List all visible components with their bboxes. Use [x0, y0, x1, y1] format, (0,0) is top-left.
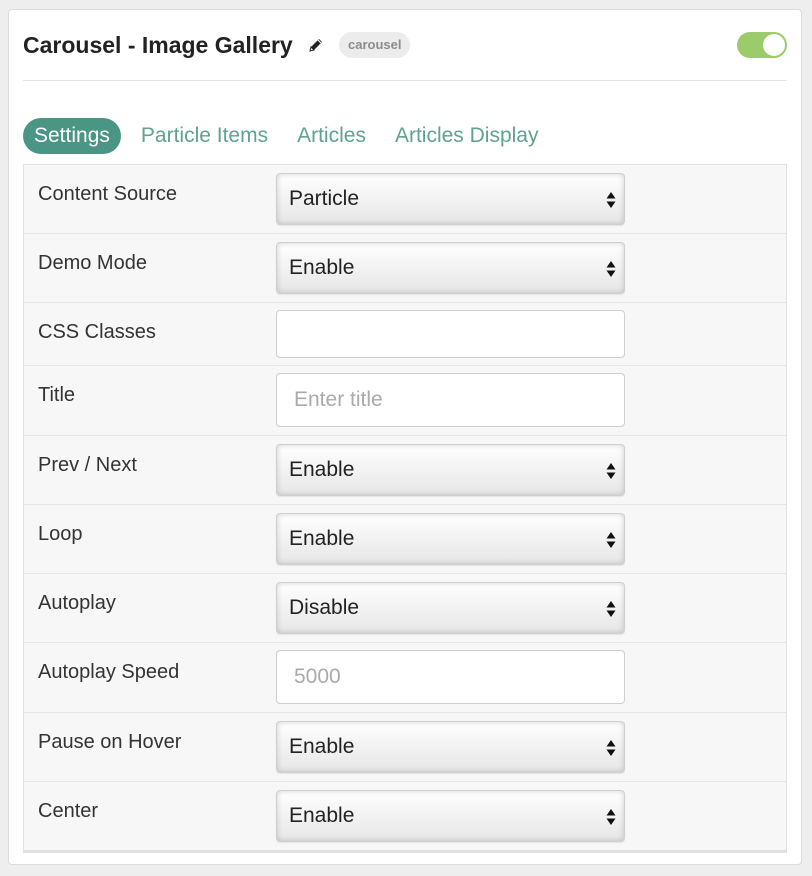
particle-title: Carousel - Image Gallery	[23, 32, 293, 58]
row-css-classes: CSS Classes	[24, 303, 786, 366]
autoplay-label: Autoplay	[38, 592, 116, 614]
pause-on-hover-label: Pause on Hover	[38, 731, 182, 753]
autoplay-value: Disable	[289, 596, 360, 619]
title-input[interactable]	[276, 373, 625, 427]
select-arrows-icon	[606, 601, 616, 617]
loop-select[interactable]: Enable	[276, 513, 625, 565]
particle-settings-card: Carousel - Image Gallery carousel Settin…	[8, 9, 802, 865]
pause-on-hover-select[interactable]: Enable	[276, 721, 625, 773]
row-center: Center Enable	[24, 782, 786, 850]
content-source-value: Particle	[289, 187, 360, 210]
center-label: Center	[38, 800, 99, 822]
toggle-knob	[763, 34, 785, 56]
content-source-select[interactable]: Particle	[276, 173, 625, 225]
loop-label: Loop	[38, 523, 83, 545]
center-select[interactable]: Enable	[276, 790, 625, 842]
demo-mode-value: Enable	[289, 256, 355, 279]
settings-table: Content Source Particle Demo Mode Enable…	[23, 164, 787, 853]
row-prev-next: Prev / Next Enable	[24, 436, 786, 505]
particle-type-badge: carousel	[339, 32, 411, 58]
particle-header: Carousel - Image Gallery carousel	[23, 30, 787, 81]
enable-toggle[interactable]	[737, 32, 787, 58]
autoplay-speed-label: Autoplay Speed	[38, 661, 180, 683]
css-classes-input[interactable]	[276, 310, 625, 358]
demo-mode-select[interactable]: Enable	[276, 242, 625, 294]
tab-settings[interactable]: Settings	[23, 118, 121, 154]
center-value: Enable	[289, 804, 355, 827]
row-title: Title	[24, 366, 786, 436]
row-pause-on-hover: Pause on Hover Enable	[24, 713, 786, 782]
row-autoplay-speed: Autoplay Speed	[24, 643, 786, 713]
select-arrows-icon	[606, 532, 616, 548]
row-demo-mode: Demo Mode Enable	[24, 234, 786, 303]
select-arrows-icon	[606, 192, 616, 208]
autoplay-select[interactable]: Disable	[276, 582, 625, 634]
row-content-source: Content Source Particle	[24, 165, 786, 234]
css-classes-label: CSS Classes	[38, 321, 156, 343]
settings-tabs: Settings Particle Items Articles Article…	[23, 118, 554, 154]
select-arrows-icon	[606, 809, 616, 825]
content-source-label: Content Source	[38, 183, 177, 205]
prev-next-value: Enable	[289, 458, 355, 481]
title-label: Title	[38, 384, 76, 406]
pencil-icon[interactable]	[307, 36, 325, 54]
row-autoplay: Autoplay Disable	[24, 574, 786, 643]
select-arrows-icon	[606, 740, 616, 756]
autoplay-speed-input[interactable]	[276, 650, 625, 704]
row-loop: Loop Enable	[24, 505, 786, 574]
select-arrows-icon	[606, 261, 616, 277]
loop-value: Enable	[289, 527, 355, 550]
tab-articles-display[interactable]: Articles Display	[381, 118, 553, 154]
tab-particle-items[interactable]: Particle Items	[127, 118, 282, 154]
pause-on-hover-value: Enable	[289, 735, 355, 758]
demo-mode-label: Demo Mode	[38, 252, 147, 274]
select-arrows-icon	[606, 463, 616, 479]
prev-next-select[interactable]: Enable	[276, 444, 625, 496]
prev-next-label: Prev / Next	[38, 454, 137, 476]
tab-articles[interactable]: Articles	[283, 118, 380, 154]
